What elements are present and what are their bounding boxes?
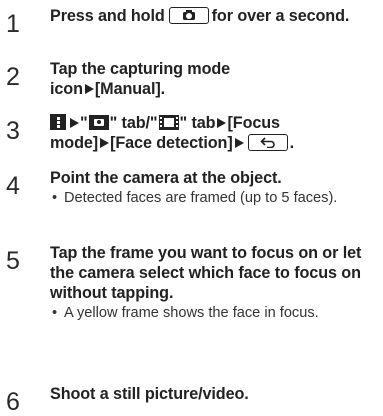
right-triangle-arrow-icon: [70, 118, 79, 128]
menu-icon: [50, 114, 66, 130]
back-icon: [247, 134, 288, 151]
menu-item-label: [Manual].: [94, 80, 166, 98]
step-body: Press and hold for over a second.: [50, 6, 381, 26]
step-number: 1: [6, 10, 20, 38]
step-note: • Detected faces are framed (up to 5 face…: [50, 189, 381, 208]
bullet: •: [52, 190, 58, 206]
step-text: Press and hold: [50, 7, 165, 25]
camera-tab-icon: [88, 115, 109, 130]
video-tab-icon: [158, 115, 179, 130]
step-title: Point the camera at the object.: [50, 169, 282, 187]
step-title: Tap the frame you want to focus on or le…: [50, 244, 362, 302]
note-text: A yellow frame shows the face in focus.: [64, 305, 319, 321]
bullet: •: [52, 305, 58, 321]
step-body: Shoot a still picture/video.: [50, 384, 381, 404]
instruction-page: 1 Press and hold for over a second. 2 Tap…: [0, 0, 383, 416]
step-body: Tap the capturing mode icon [Manual].: [50, 59, 381, 99]
step-title: Tap the capturing mode icon [Manual].: [50, 59, 381, 99]
step-text: icon: [50, 80, 83, 98]
step-title: Shoot a still picture/video.: [50, 385, 249, 403]
step-title: " " tab/" " tab [Focus mode] [Face detection…: [50, 113, 381, 153]
step-note: • A yellow frame shows the face in focus.: [50, 304, 381, 323]
step-number: 6: [6, 388, 20, 416]
step-number: 4: [6, 172, 20, 200]
right-triangle-arrow-icon: [217, 118, 227, 128]
menu-item-label: [Face detection]: [110, 134, 233, 152]
camera-key-icon: [168, 7, 209, 24]
step-text: ": [80, 114, 88, 132]
step-text: for over a second.: [211, 7, 350, 25]
step-number: 5: [6, 247, 20, 275]
step-body: Tap the frame you want to focus on or le…: [50, 243, 381, 323]
note-text: Detected faces are framed (up to 5 faces…: [64, 190, 338, 206]
menu-item-label: [Focus: [227, 114, 280, 132]
step-number: 3: [6, 117, 20, 145]
step-number: 2: [6, 63, 20, 91]
right-triangle-arrow-icon: [100, 138, 110, 148]
step-text: .: [289, 134, 295, 152]
right-triangle-arrow-icon: [234, 138, 244, 148]
menu-item-label: mode]: [50, 134, 99, 152]
right-triangle-arrow-icon: [84, 84, 94, 94]
step-title: Press and hold for over a second.: [50, 6, 381, 26]
step-body: Point the camera at the object. • Detecte…: [50, 168, 381, 208]
step-text: " tab/": [109, 114, 158, 132]
step-text: Tap the capturing mode: [50, 60, 231, 78]
step-text: " tab: [179, 114, 216, 132]
step-body: " " tab/" " tab [Focus mode] [Face detection…: [50, 113, 381, 153]
